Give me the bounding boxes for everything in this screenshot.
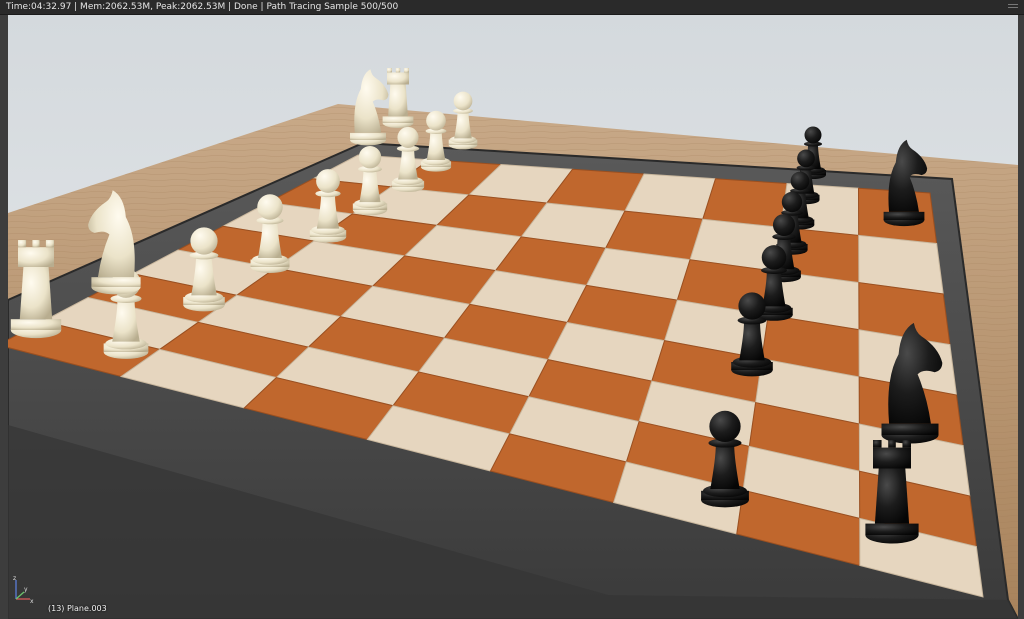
axis-x-label: x [30,598,34,605]
render-status-text: Time:04:32.97 | Mem:2062.53M, Peak:2062.… [6,2,399,12]
active-object-label: (13) Plane.003 [48,604,107,613]
area-resize-grip-icon[interactable] [1008,4,1018,11]
render-status-bar: Time:04:32.97 | Mem:2062.53M, Peak:2062.… [0,0,1024,15]
axis-y-label: y [24,586,28,593]
render-image [8,15,1018,619]
blender-render-window: Time:04:32.97 | Mem:2062.53M, Peak:2062.… [0,0,1024,619]
axis-gizmo-icon: z x y [10,575,36,605]
left-region-edge[interactable] [0,15,8,619]
axis-z-label: z [13,575,16,582]
render-viewport[interactable] [8,15,1018,619]
right-region-edge[interactable] [1018,15,1024,619]
